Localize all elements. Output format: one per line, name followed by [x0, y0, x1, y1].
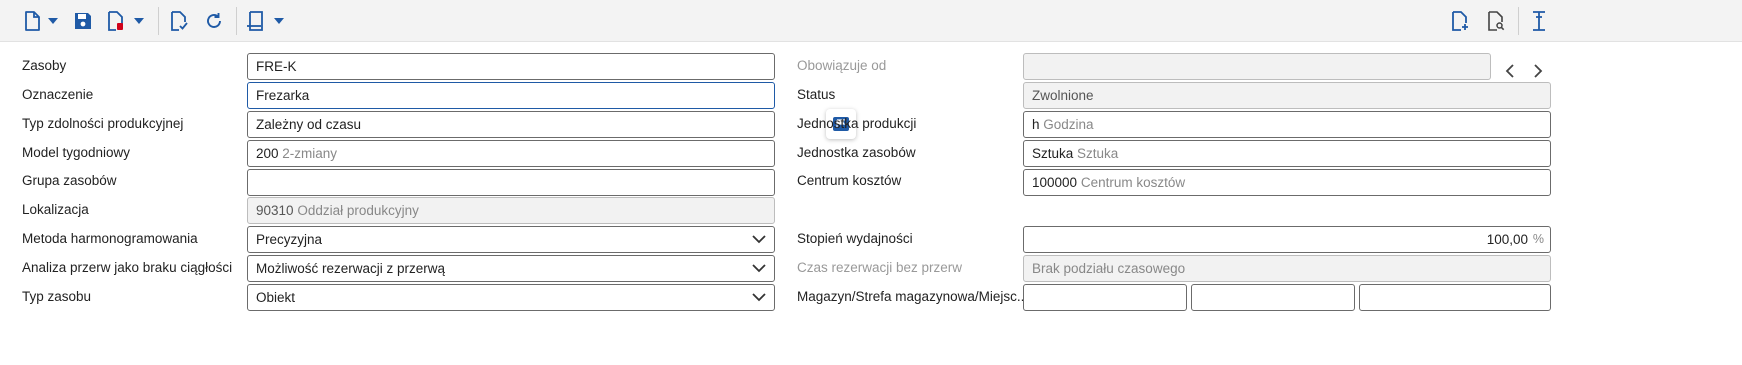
toolbar-separator [158, 7, 159, 35]
week-model-desc: 2-zmiany [282, 146, 338, 161]
resource-group-field[interactable] [247, 169, 775, 196]
designation-value: Frezarka [256, 88, 310, 103]
chevron-down-icon [752, 235, 766, 244]
cost-center-field[interactable]: 100000 Centrum kosztów [1023, 169, 1551, 196]
capacity-type-value: Zależny od czasu [256, 117, 362, 132]
production-unit-field[interactable]: h Godzina [1023, 111, 1551, 138]
chevron-down-icon [752, 264, 766, 273]
warehouse-location-field[interactable] [1359, 284, 1551, 311]
resource-group-label: Grupa zasobów [22, 173, 117, 188]
delete-document-icon[interactable] [106, 9, 126, 33]
valid-from-label: Obowiązuje od [797, 58, 887, 73]
dropdown-icon[interactable] [272, 9, 286, 33]
production-unit-label: Jednostka produkcji [797, 116, 917, 131]
resources-value: FRE-K [256, 59, 297, 74]
dropdown-icon[interactable] [132, 9, 146, 33]
preview-document-icon[interactable] [1485, 9, 1507, 33]
location-desc: Oddział produkcyjny [297, 203, 419, 218]
chevron-right-icon [1534, 64, 1543, 78]
efficiency-label: Stopień wydajności [797, 231, 913, 246]
efficiency-field[interactable]: 100,00% [1023, 226, 1551, 253]
resource-type-value: Obiekt [256, 290, 296, 305]
cost-center-code: 100000 [1032, 175, 1078, 190]
toolbar-separator [1518, 7, 1519, 35]
resource-unit-field[interactable]: Sztuka Sztuka [1023, 140, 1551, 167]
dropdown-icon[interactable] [46, 9, 60, 33]
reservation-time-field: Brak podziału czasowego [1023, 255, 1551, 282]
add-document-icon[interactable] [1449, 9, 1471, 33]
resources-field[interactable]: FRE-K [247, 53, 775, 80]
chevron-left-icon [1505, 64, 1514, 78]
refresh-icon[interactable] [203, 9, 225, 33]
toolbar [0, 0, 1742, 42]
reservation-time-value: Brak podziału czasowego [1032, 261, 1186, 276]
location-field: 90310 Oddział produkcyjny [247, 197, 775, 224]
cost-center-desc: Centrum kosztów [1080, 175, 1186, 190]
resource-unit-desc: Sztuka [1077, 146, 1119, 161]
status-value: Zwolnione [1032, 88, 1094, 103]
warehouse-field[interactable] [1023, 284, 1187, 311]
text-cursor-icon[interactable] [1528, 9, 1550, 33]
resource-type-select[interactable]: Obiekt [247, 284, 775, 311]
validate-document-icon[interactable] [168, 9, 190, 33]
designation-label: Oznaczenie [22, 87, 94, 102]
efficiency-value: 100,00 [1486, 232, 1528, 247]
valid-from-field [1023, 53, 1491, 80]
scheduling-method-value: Precyzyjna [256, 232, 323, 247]
capacity-type-label: Typ zdolności produkcyjnej [22, 116, 184, 131]
cost-center-label: Centrum kosztów [797, 173, 902, 188]
scheduling-method-select[interactable]: Precyzyjna [247, 226, 775, 253]
break-analysis-select[interactable]: Możliwość rezerwacji z przerwą [247, 255, 775, 282]
resource-unit-label: Jednostka zasobów [797, 145, 916, 160]
week-model-label: Model tygodniowy [22, 145, 131, 160]
break-analysis-label: Analiza przerw jako braku ciągłości [22, 260, 233, 275]
next-button[interactable] [1528, 61, 1548, 81]
toolbar-separator [236, 7, 237, 35]
resources-label: Zasoby [22, 58, 67, 73]
scheduling-method-label: Metoda harmonogramowania [22, 231, 198, 246]
efficiency-unit: % [1532, 232, 1544, 246]
location-code: 90310 [256, 203, 294, 218]
previous-button[interactable] [1500, 61, 1520, 81]
location-label: Lokalizacja [22, 202, 89, 217]
warehouse-label: Magazyn/Strefa magazynowa/Miejsc... [797, 289, 1029, 304]
resource-type-label: Typ zasobu [22, 289, 92, 304]
print-document-icon[interactable] [244, 9, 266, 33]
status-label: Status [797, 87, 836, 102]
resource-unit-code: Sztuka [1032, 146, 1074, 161]
designation-field[interactable]: Frezarka [247, 82, 775, 109]
week-model-field[interactable]: 200 2-zmiany [247, 140, 775, 167]
status-field: Zwolnione [1023, 82, 1551, 109]
reservation-time-label: Czas rezerwacji bez przerw [797, 260, 963, 275]
save-icon[interactable] [72, 9, 94, 33]
chevron-down-icon [752, 293, 766, 302]
week-model-code: 200 [256, 146, 279, 161]
break-analysis-value: Możliwość rezerwacji z przerwą [256, 261, 446, 276]
capacity-type-select[interactable]: Zależny od czasu [247, 111, 775, 138]
production-unit-code: h [1032, 117, 1040, 132]
production-unit-desc: Godzina [1043, 117, 1094, 132]
warehouse-zone-field[interactable] [1191, 284, 1355, 311]
new-document-icon[interactable] [22, 9, 42, 33]
